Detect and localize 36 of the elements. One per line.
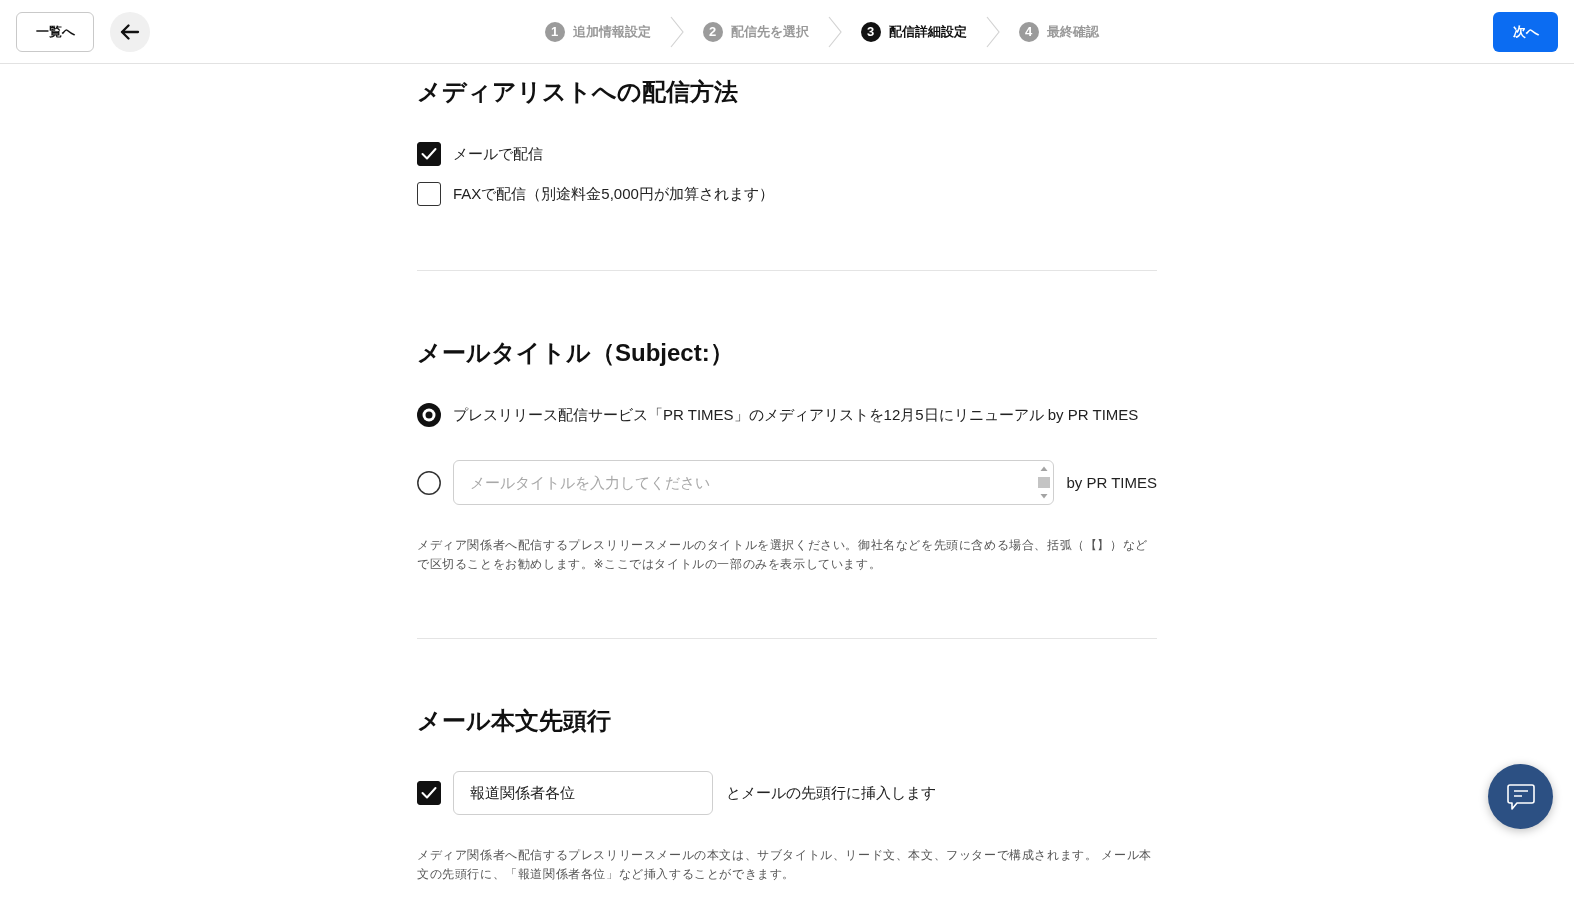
title-suffix: by PR TIMES (1066, 472, 1157, 493)
radio-button[interactable] (417, 403, 441, 427)
chevron-icon (669, 15, 684, 48)
section-heading: メディアリストへの配信方法 (417, 77, 739, 107)
radio-button[interactable] (417, 470, 441, 495)
chevron-icon (985, 15, 1000, 48)
checkmark-icon (421, 147, 437, 161)
step-label: 最終確認 (1046, 22, 1099, 41)
chat-button[interactable] (1488, 764, 1553, 829)
step-label: 追加情報設定 (572, 22, 651, 41)
step-number: 3 (860, 21, 881, 42)
chevron-icon (827, 15, 842, 48)
mail-title-input[interactable]: メールタイトルを入力してください (453, 460, 1055, 505)
checkbox[interactable] (417, 142, 441, 166)
speech-bubble-icon (1504, 781, 1537, 812)
back-button[interactable] (110, 11, 150, 52)
step-label: 配信詳細設定 (888, 22, 967, 41)
step-number: 4 (1018, 21, 1039, 42)
section-heading: メールタイトル（Subject:） (417, 338, 735, 368)
step-number: 1 (544, 21, 565, 42)
first-line-suffix: とメールの先頭行に挿入します (726, 783, 936, 803)
back-to-list-button[interactable]: 一覧へ (16, 11, 94, 52)
step-label: 配信先を選択 (730, 22, 809, 41)
help-text: メディア関係者へ配信するプレスリリースメールのタイトルを選択ください。御社名などを先頭に含める場合、括弧（【】）などで区切ることをお勧めします。※ここではタイトルの一部のみを表示しています。 (417, 537, 1149, 573)
checkmark-icon (421, 786, 437, 800)
checkbox-label: メールで配信 (453, 144, 543, 164)
first-line-input[interactable]: 報道関係者各位 (453, 771, 713, 815)
checkbox-label: FAXで配信（別途料金5,000円が加算されます） (453, 184, 774, 204)
checkbox[interactable] (417, 182, 441, 206)
radio-label: プレスリリース配信サービス「PR TIMES」のメディアリストを12月5日にリニューアル by PR TIMES (453, 405, 1139, 425)
section-heading: メール本文先頭行 (417, 706, 612, 736)
step-number: 2 (702, 21, 723, 42)
checkbox[interactable] (417, 781, 441, 805)
left-arrow-icon (120, 23, 140, 40)
help-text: メディア関係者へ配信するプレスリリースメールの本文は、サブタイトル、リード文、本文、フッターで構成されます。 メール本文の先頭行に、「報道関係者各位」など挿入することができます。 (417, 847, 1153, 883)
next-button[interactable]: 次へ (1493, 11, 1558, 52)
